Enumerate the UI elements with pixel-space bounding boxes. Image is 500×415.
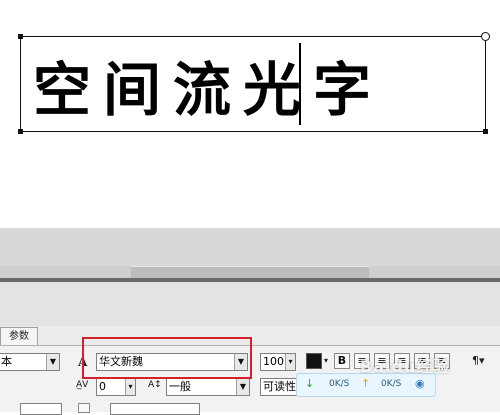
text-box[interactable]: 空间流光字 <box>18 32 490 134</box>
baseline-shift-icon: A↕ <box>148 380 162 390</box>
chevron-down-icon[interactable]: ▾ <box>324 356 328 365</box>
chevron-down-icon[interactable]: ▼ <box>46 354 59 370</box>
letter-spacing-field[interactable]: 0 ▾ <box>96 378 136 396</box>
letter-spacing-value: 0 <box>99 380 106 393</box>
properties-panel-header <box>0 282 500 326</box>
resize-handle-top-right[interactable] <box>481 32 490 41</box>
text-color-swatch[interactable] <box>306 353 322 369</box>
download-arrow-icon: ↓ <box>305 377 315 390</box>
anti-alias-dropdown[interactable]: 可读性 <box>260 378 300 396</box>
chevron-down-icon[interactable]: ▼ <box>236 379 249 395</box>
letter-spacing-icon: A̲V <box>76 380 89 390</box>
width-field[interactable] <box>20 403 62 415</box>
resize-handle-bottom-left[interactable] <box>18 129 23 134</box>
baseline-shift-value: 一般 <box>169 380 191 393</box>
download-speed: 0K/S <box>329 379 350 389</box>
baseline-shift-dropdown[interactable]: 一般 ▼ <box>166 378 250 396</box>
upload-arrow-icon: ↑ <box>361 377 371 390</box>
text-content[interactable]: 空间流光字 <box>33 37 383 133</box>
resize-handle-bottom-right[interactable] <box>483 129 488 134</box>
text-style-dropdown[interactable]: 本 ▼ <box>0 353 60 371</box>
text-cursor <box>299 43 301 125</box>
tab-parameters[interactable]: 参数 <box>0 327 38 346</box>
chevron-down-icon[interactable]: ▾ <box>285 354 295 370</box>
design-canvas[interactable]: 空间流光字 <box>0 0 500 228</box>
text-style-value: 本 <box>1 355 12 368</box>
bold-button[interactable]: B <box>334 353 350 369</box>
network-icon: ◉ <box>415 377 425 390</box>
highlight-box <box>82 337 252 379</box>
upload-speed: 0K/S <box>381 379 402 389</box>
font-size-value: 100 <box>263 355 284 368</box>
anti-alias-value: 可读性 <box>263 380 296 393</box>
chevron-down-icon[interactable]: ▾ <box>125 379 135 395</box>
link-icon[interactable] <box>78 403 90 413</box>
url-field[interactable] <box>110 403 200 415</box>
watermark-text: Baidu经验 <box>360 357 451 376</box>
font-size-field[interactable]: 100 ▾ <box>260 353 296 371</box>
resize-handle-top-left[interactable] <box>18 34 23 39</box>
more-options-icon[interactable]: ¶▾ <box>472 354 485 367</box>
